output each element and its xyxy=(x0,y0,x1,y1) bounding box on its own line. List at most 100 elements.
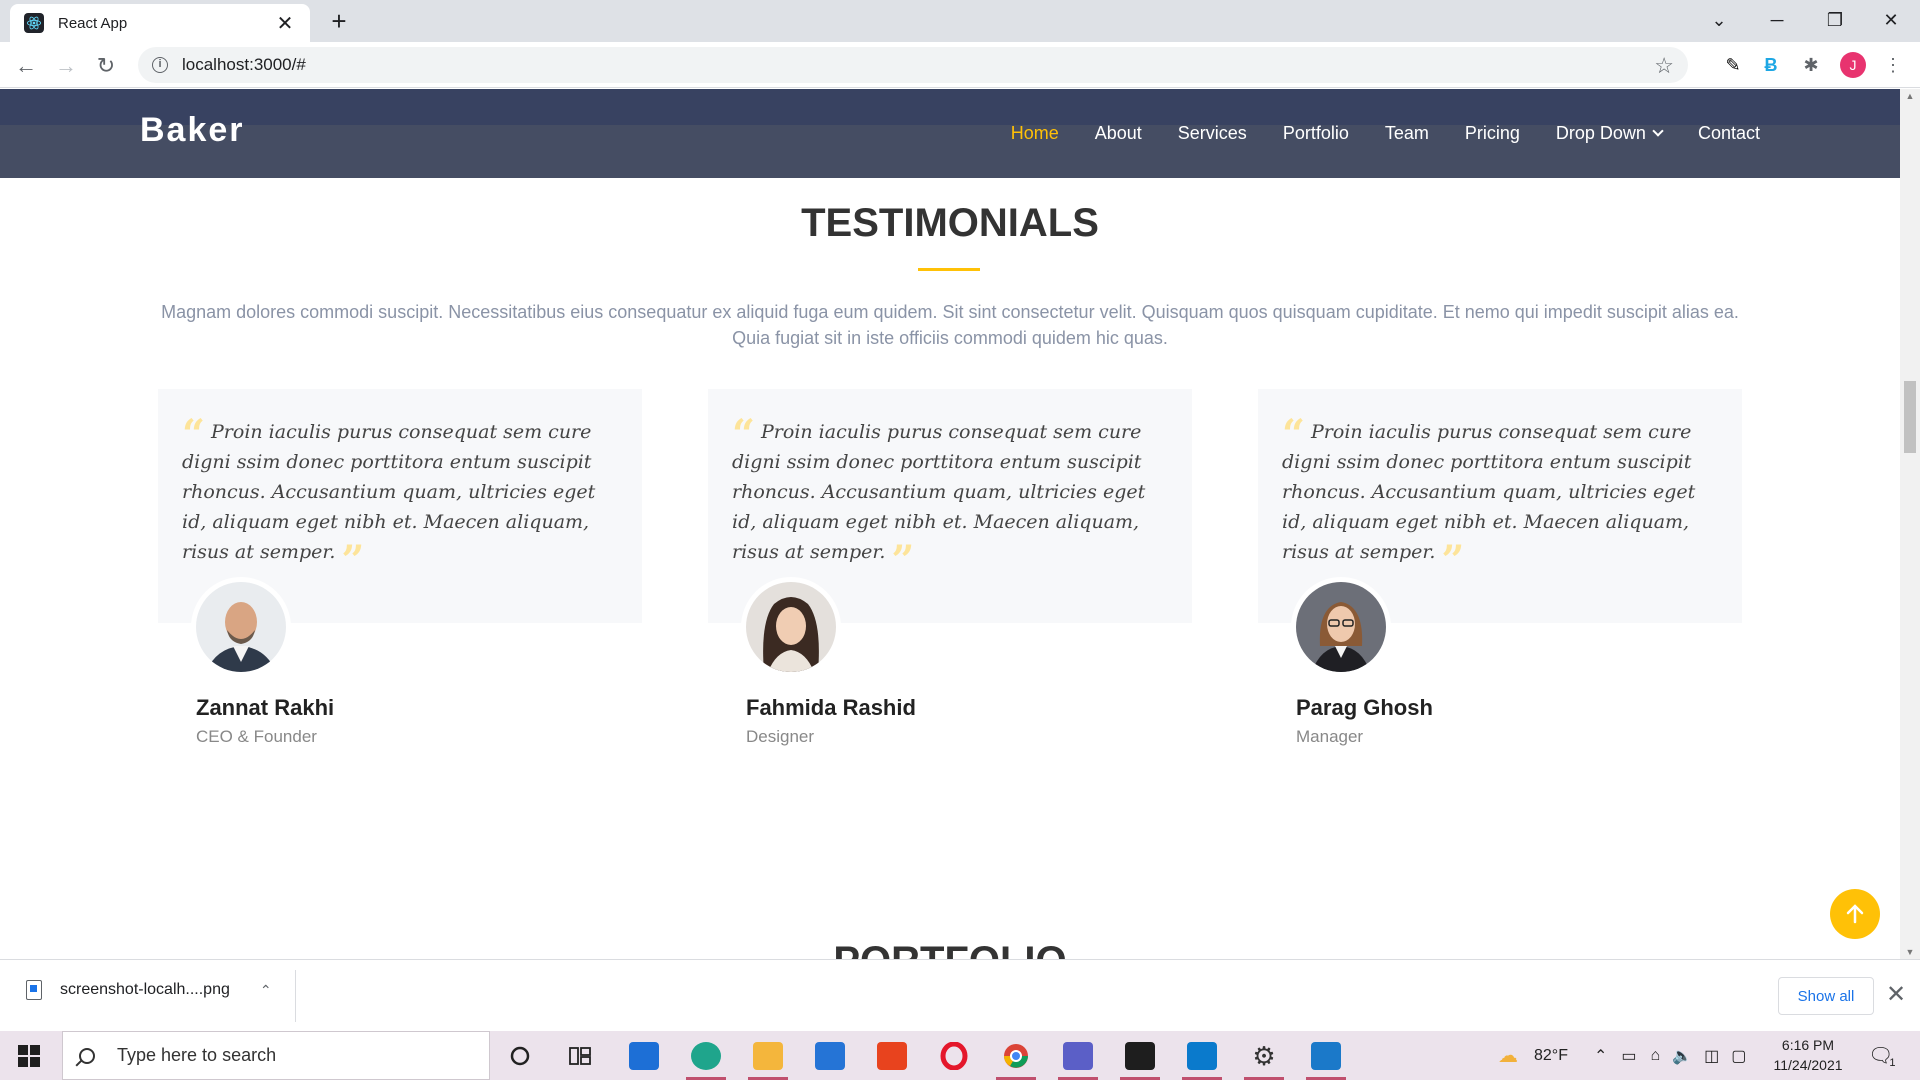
quote-open-icon: “ xyxy=(732,411,756,458)
quote-close-icon: ” xyxy=(341,537,365,584)
person-role: Manager xyxy=(1296,727,1364,746)
tray-icons: ⌃ ▭ ⌂ 🔈 ◫ ▢ xyxy=(1594,1031,1746,1080)
quote-close-icon: ” xyxy=(1441,537,1465,584)
extension-b-icon[interactable]: Ƀ xyxy=(1758,52,1784,78)
bookmark-star-icon[interactable]: ☆ xyxy=(1654,53,1674,79)
chevron-down-icon xyxy=(1652,125,1664,137)
page-scrollbar[interactable]: ▲ ▼ xyxy=(1900,89,1920,959)
taskbar-clock[interactable]: 6:16 PM 11/24/2021 xyxy=(1768,1035,1848,1075)
weather-temp: 82°F xyxy=(1534,1046,1568,1064)
windows-start-icon[interactable] xyxy=(18,1045,40,1067)
download-file-name: screenshot-localh....png xyxy=(60,981,230,998)
avatar xyxy=(741,577,841,677)
tab-search-icon[interactable]: ⌄ xyxy=(1690,0,1748,40)
testimonial-quote: “Proin iaculis purus consequat sem cure … xyxy=(732,415,1172,581)
browser-menu-icon[interactable]: ⋮ xyxy=(1880,52,1906,78)
page-viewport: Baker Home About Services Portfolio Team… xyxy=(0,89,1900,959)
display-icon[interactable]: ▢ xyxy=(1731,1046,1746,1066)
forward-icon[interactable]: → xyxy=(50,50,82,82)
minimize-button[interactable]: ─ xyxy=(1748,0,1806,40)
site-info-icon[interactable]: i xyxy=(152,57,168,73)
quote-open-icon: “ xyxy=(182,411,206,458)
settings-gear-icon[interactable]: ⚙ xyxy=(1240,1037,1288,1080)
close-download-bar-icon[interactable]: ✕ xyxy=(1886,980,1906,1009)
main-nav: Home About Services Portfolio Team Prici… xyxy=(1011,123,1760,144)
person-role: CEO & Founder xyxy=(196,727,317,746)
url-text[interactable]: localhost:3000/# xyxy=(182,55,306,75)
battery-icon[interactable]: ▭ xyxy=(1621,1046,1636,1066)
weather-sun-icon: ☁ xyxy=(1498,1045,1518,1067)
site-header: Baker Home About Services Portfolio Team… xyxy=(0,89,1900,178)
usb-icon[interactable]: ⌂ xyxy=(1651,1047,1661,1065)
download-item[interactable]: screenshot-localh....png ⌃ xyxy=(26,980,272,1000)
testimonial-quote: “Proin iaculis purus consequat sem cure … xyxy=(1282,415,1722,581)
nav-home[interactable]: Home xyxy=(1011,123,1059,144)
avatar xyxy=(191,577,291,677)
weather-widget[interactable]: ☁ 82°F xyxy=(1498,1031,1568,1080)
show-hidden-icons-chevron-icon[interactable]: ⌃ xyxy=(1594,1046,1607,1066)
scroll-thumb[interactable] xyxy=(1904,381,1916,453)
browser-toolbar: ← → ↻ i localhost:3000/# ☆ ✎ Ƀ ✱ J ⋮ xyxy=(0,42,1920,88)
quote-text: Proin iaculis purus consequat sem cure d… xyxy=(182,421,596,563)
show-all-button[interactable]: Show all xyxy=(1778,977,1874,1015)
person-name: Fahmida Rashid xyxy=(746,695,916,720)
chrome-icon[interactable] xyxy=(992,1037,1040,1080)
notifications-icon[interactable]: 🗨 1 xyxy=(1868,1031,1896,1080)
terminal-icon[interactable] xyxy=(1116,1037,1164,1080)
nav-portfolio[interactable]: Portfolio xyxy=(1283,123,1349,144)
extension-pen-icon[interactable]: ✎ xyxy=(1720,52,1746,78)
quote-text: Proin iaculis purus consequat sem cure d… xyxy=(1282,421,1696,563)
scroll-down-icon[interactable]: ▼ xyxy=(1904,947,1916,957)
teams-icon[interactable] xyxy=(1054,1037,1102,1080)
nav-team[interactable]: Team xyxy=(1385,123,1429,144)
opera-icon[interactable] xyxy=(930,1037,978,1075)
task-view-icon[interactable] xyxy=(556,1037,604,1075)
nav-services[interactable]: Services xyxy=(1178,123,1247,144)
person-name: Parag Ghosh xyxy=(1296,695,1433,720)
restore-button[interactable]: ❐ xyxy=(1806,0,1864,40)
extensions-puzzle-icon[interactable]: ✱ xyxy=(1798,52,1824,78)
nav-about[interactable]: About xyxy=(1095,123,1142,144)
store-icon[interactable] xyxy=(806,1037,854,1075)
tab-title: React App xyxy=(58,14,128,32)
scroll-up-icon[interactable]: ▲ xyxy=(1904,91,1916,101)
profile-avatar[interactable]: J xyxy=(1840,52,1866,78)
chevron-up-icon[interactable]: ⌃ xyxy=(260,982,272,999)
browser-tab[interactable]: React App ✕ xyxy=(10,4,310,42)
person-role: Designer xyxy=(746,727,815,746)
image-file-icon xyxy=(26,980,42,1000)
edge-icon[interactable] xyxy=(682,1037,730,1080)
nav-dropdown-label: Drop Down xyxy=(1555,123,1646,143)
back-to-top-button[interactable] xyxy=(1830,889,1880,939)
clock-date: 11/24/2021 xyxy=(1773,1057,1843,1073)
clock-time: 6:16 PM xyxy=(1781,1037,1835,1053)
react-favicon-icon xyxy=(24,13,44,33)
quote-close-icon: ” xyxy=(891,537,915,584)
vscode-icon[interactable] xyxy=(1178,1037,1226,1080)
nav-contact[interactable]: Contact xyxy=(1698,123,1760,144)
network-icon[interactable]: ◫ xyxy=(1704,1046,1719,1066)
volume-icon[interactable]: 🔈 xyxy=(1672,1046,1692,1066)
file-explorer-icon[interactable] xyxy=(744,1037,792,1080)
taskbar-search[interactable]: Type here to search xyxy=(62,1031,490,1080)
back-icon[interactable]: ← xyxy=(10,50,42,82)
nav-dropdown[interactable]: Drop Down xyxy=(1555,123,1664,144)
arrow-up-icon xyxy=(1846,904,1864,924)
download-bar: screenshot-localh....png ⌃ Show all ✕ xyxy=(0,959,1920,1031)
nav-pricing[interactable]: Pricing xyxy=(1465,123,1520,144)
search-icon xyxy=(79,1047,95,1064)
new-tab-button[interactable]: + xyxy=(324,6,354,36)
tab-close-icon[interactable]: ✕ xyxy=(274,11,296,36)
search-placeholder: Type here to search xyxy=(117,1045,277,1065)
close-window-button[interactable]: ✕ xyxy=(1862,0,1920,40)
cortana-icon[interactable] xyxy=(496,1037,544,1075)
mail-icon[interactable] xyxy=(620,1037,668,1075)
browser-tabstrip: React App ✕ + ⌄ ─ ❐ ✕ xyxy=(0,0,1920,42)
site-logo[interactable]: Baker xyxy=(140,111,245,150)
address-bar[interactable]: i localhost:3000/# ☆ xyxy=(138,47,1688,83)
testimonial-quote: “Proin iaculis purus consequat sem cure … xyxy=(182,415,622,581)
office-icon[interactable] xyxy=(868,1037,916,1075)
person-name: Zannat Rakhi xyxy=(196,695,335,720)
photos-icon[interactable] xyxy=(1302,1037,1350,1080)
reload-icon[interactable]: ↻ xyxy=(90,50,122,82)
